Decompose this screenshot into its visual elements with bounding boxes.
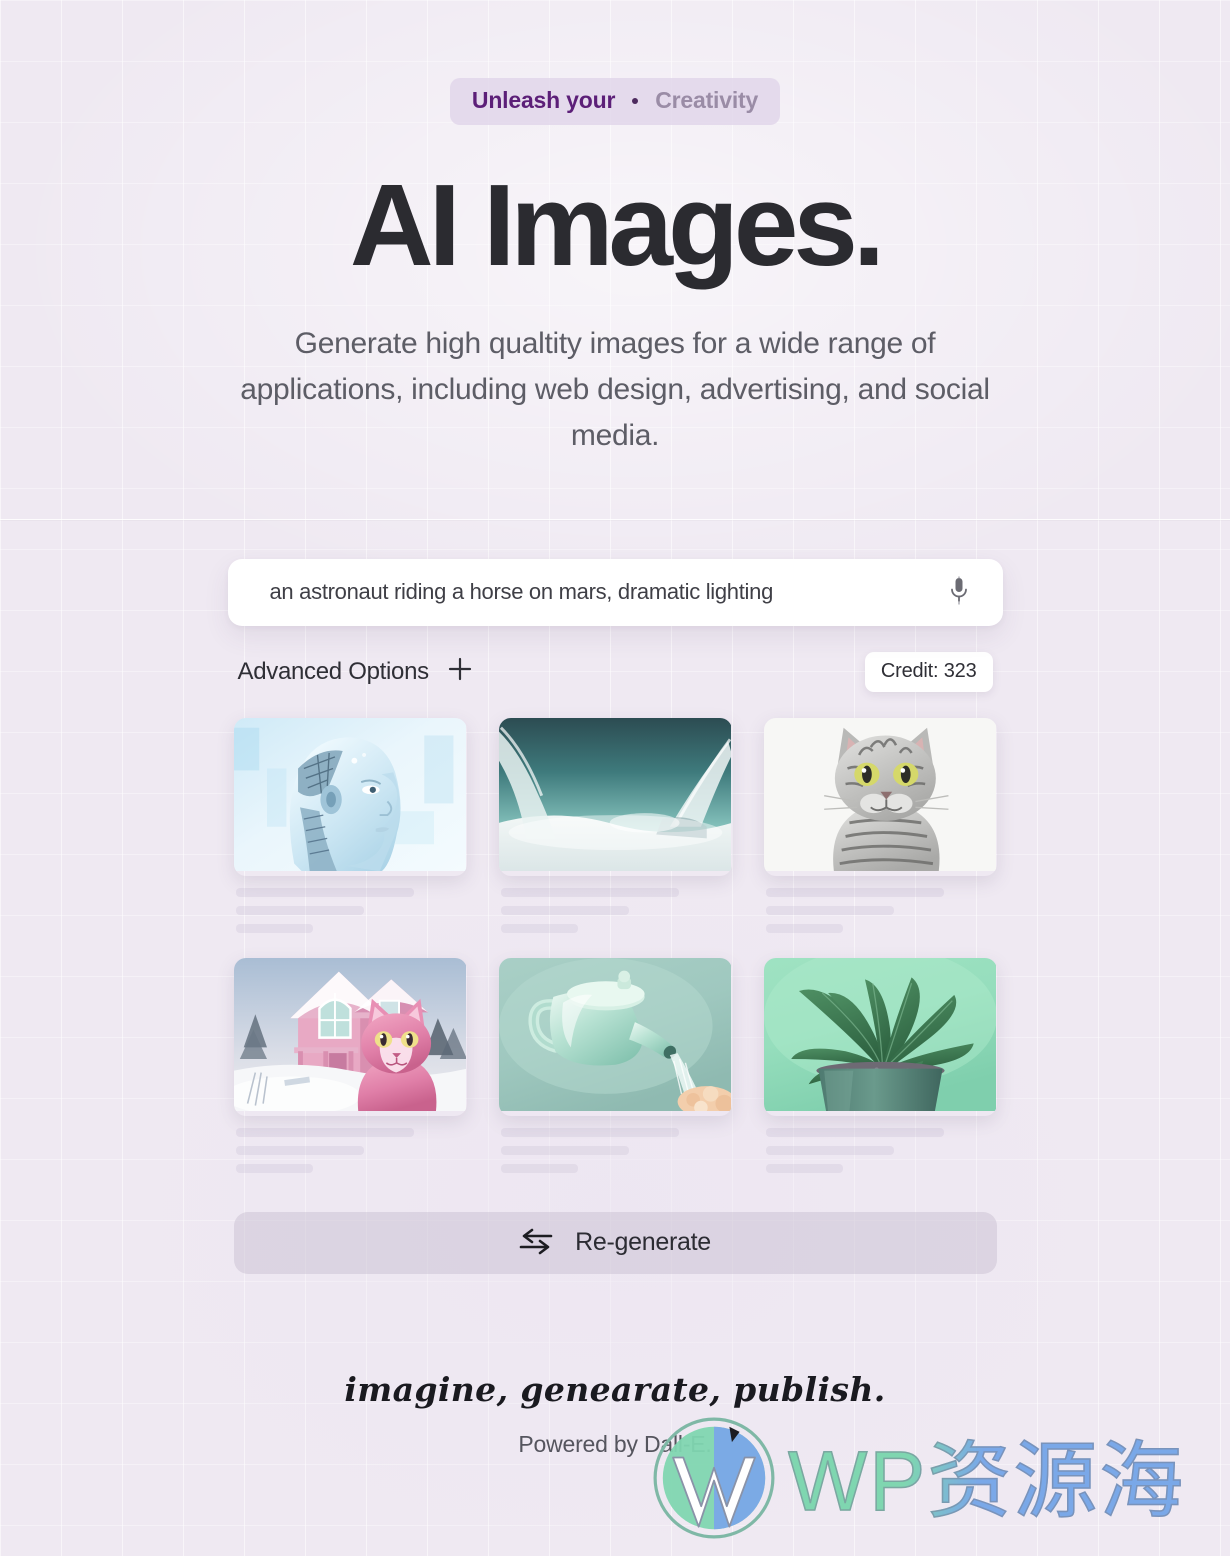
results-grid xyxy=(228,717,1003,1182)
regenerate-button[interactable]: Re-generate xyxy=(233,1211,997,1274)
result-cell[interactable] xyxy=(498,717,732,942)
microphone-button[interactable] xyxy=(939,572,979,612)
result-thumbnail-abstract-teal-landscape[interactable] xyxy=(498,717,732,876)
result-caption-skeleton xyxy=(764,1116,997,1173)
generator-panel: Advanced Options Credit: 323 xyxy=(227,558,1003,1274)
result-cell[interactable] xyxy=(498,957,732,1182)
generator-section: Advanced Options Credit: 323 xyxy=(0,459,1230,1274)
regenerate-label: Re-generate xyxy=(575,1228,711,1257)
microphone-icon xyxy=(949,576,969,609)
page-title: AI Images. xyxy=(349,160,885,290)
swap-arrows-icon xyxy=(519,1227,553,1258)
result-cell[interactable] xyxy=(763,717,997,942)
advanced-options-label: Advanced Options xyxy=(237,657,430,685)
result-thumbnail-pink-cat-snow-house[interactable] xyxy=(233,957,467,1116)
eyebrow-soft-text: Creativity xyxy=(655,87,759,113)
powered-by-text: Powered by Dall-E. xyxy=(518,1430,712,1457)
result-thumbnail-gray-tabby-cat[interactable] xyxy=(763,717,997,876)
result-thumbnail-potted-plant[interactable] xyxy=(763,957,997,1116)
eyebrow-strong-text: Unleash your xyxy=(471,87,616,113)
hero-subtitle: Generate high qualtity images for a wide… xyxy=(240,327,990,452)
plus-icon[interactable] xyxy=(447,656,473,687)
result-thumbnail-ai-robot-head[interactable] xyxy=(233,717,467,876)
advanced-options-toggle[interactable]: Advanced Options xyxy=(238,656,473,687)
prompt-input[interactable] xyxy=(269,579,939,606)
result-caption-skeleton xyxy=(234,876,467,933)
options-row: Advanced Options Credit: 323 xyxy=(228,651,1003,692)
result-caption-skeleton xyxy=(499,876,732,933)
result-thumbnail-mint-watering-can[interactable] xyxy=(498,957,732,1116)
footer-tagline: imagine, genearate, publish. xyxy=(344,1369,886,1409)
eyebrow-badge: Unleash your Creativity xyxy=(449,78,781,125)
result-caption-skeleton xyxy=(234,1116,467,1173)
credit-badge: Credit: 323 xyxy=(864,651,993,692)
result-cell[interactable] xyxy=(233,717,467,942)
footer: imagine, genearate, publish. Powered by … xyxy=(0,1370,1230,1458)
result-caption-skeleton xyxy=(764,876,997,933)
result-cell[interactable] xyxy=(763,957,997,1182)
prompt-bar[interactable] xyxy=(227,558,1003,626)
result-cell[interactable] xyxy=(233,957,467,1182)
hero-section: Unleash your Creativity AI Images. Gener… xyxy=(0,0,1230,520)
result-caption-skeleton xyxy=(499,1116,732,1173)
bullet-dot-icon xyxy=(632,97,639,104)
